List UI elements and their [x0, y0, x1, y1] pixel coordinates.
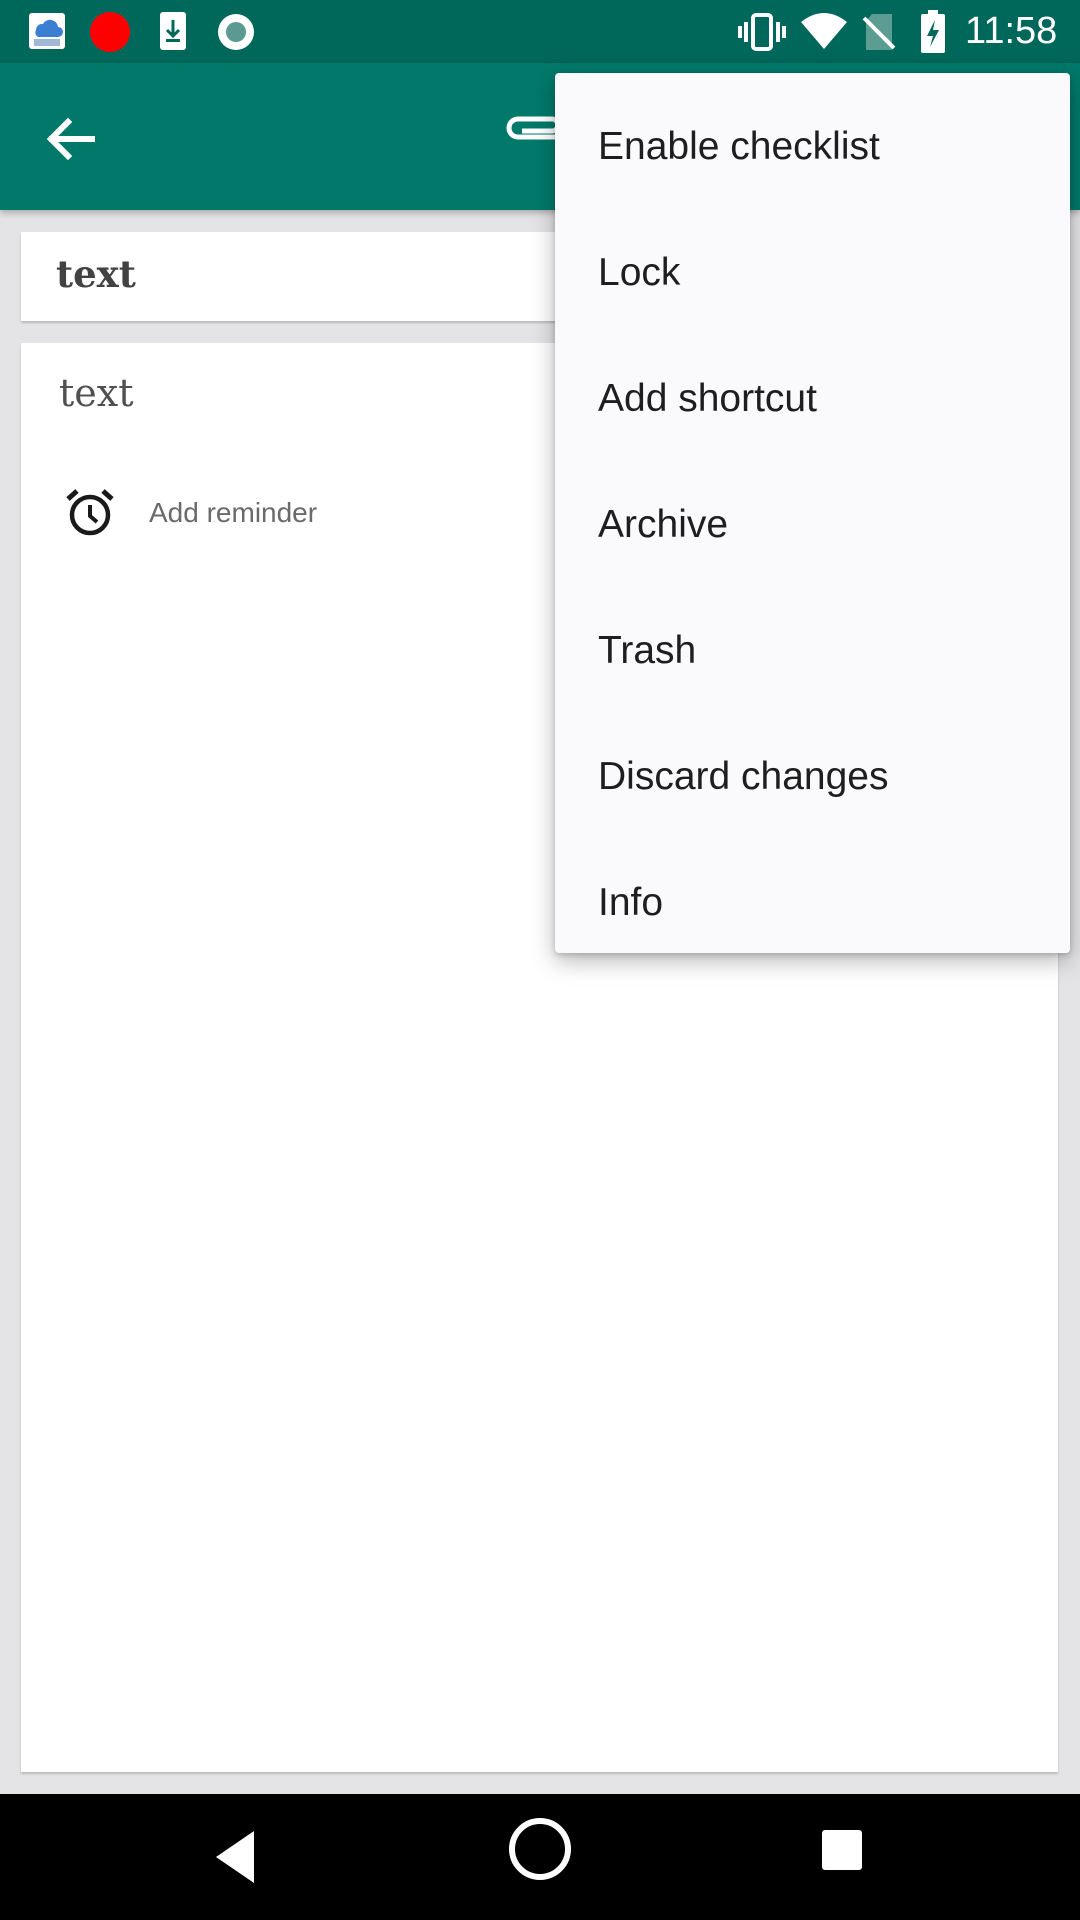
wifi-icon	[800, 12, 848, 55]
arrow-back-icon	[46, 117, 95, 161]
nav-home-button[interactable]	[506, 1815, 574, 1888]
battery-charging-icon	[920, 10, 946, 59]
status-bar: 11:58	[0, 0, 1080, 63]
nav-recents-icon	[822, 1830, 862, 1870]
menu-item-trash[interactable]: Trash	[555, 588, 1070, 714]
nav-home-icon	[509, 1818, 571, 1880]
back-button[interactable]	[34, 103, 106, 175]
attach-button[interactable]	[500, 103, 561, 175]
menu-item-add-shortcut[interactable]: Add shortcut	[555, 336, 1070, 462]
menu-item-discard-changes[interactable]: Discard changes	[555, 714, 1070, 840]
alarm-clock-icon	[66, 489, 114, 536]
note-title[interactable]: text	[56, 252, 136, 296]
paperclip-icon	[506, 116, 561, 140]
menu-item-enable-checklist[interactable]: Enable checklist	[555, 84, 1070, 210]
vibrate-icon	[738, 12, 786, 57]
nav-recents-button[interactable]	[818, 1826, 868, 1881]
note-content[interactable]: text	[59, 371, 133, 415]
menu-item-archive[interactable]: Archive	[555, 462, 1070, 588]
add-reminder-label: Add reminder	[149, 497, 318, 528]
nav-back-icon	[216, 1831, 254, 1883]
no-sim-icon	[862, 12, 896, 57]
nav-back-button[interactable]	[208, 1819, 272, 1900]
record-dot-icon	[89, 11, 131, 58]
add-reminder-button[interactable]: Add reminder	[63, 485, 323, 545]
navigation-bar	[0, 1794, 1080, 1920]
overflow-menu: Enable checklist Lock Add shortcut Archi…	[555, 73, 1070, 953]
circle-app-icon	[216, 12, 256, 57]
clock: 11:58	[965, 10, 1058, 52]
menu-item-lock[interactable]: Lock	[555, 210, 1070, 336]
download-icon	[158, 10, 188, 57]
weather-app-icon	[28, 12, 66, 55]
menu-item-info[interactable]: Info	[555, 840, 1070, 966]
